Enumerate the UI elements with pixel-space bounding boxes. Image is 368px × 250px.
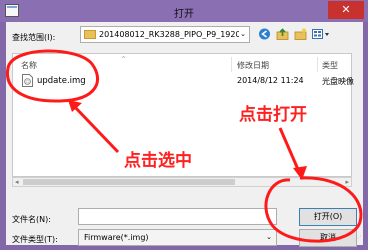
filename-input[interactable] <box>78 208 277 225</box>
column-divider[interactable] <box>317 57 318 72</box>
scroll-left-icon[interactable]: ◂ <box>15 178 19 187</box>
filetype-label: 文件类型(T): <box>12 235 58 244</box>
new-folder-icon[interactable] <box>294 28 307 40</box>
file-name: update.img <box>37 76 86 86</box>
up-folder-icon[interactable] <box>276 28 289 40</box>
open-button[interactable]: 打开(O) <box>299 208 357 226</box>
resize-grip-icon[interactable]: ⋰ <box>355 235 361 242</box>
view-menu-icon[interactable] <box>312 28 330 40</box>
cancel-button[interactable]: 取消 <box>299 229 357 247</box>
scrollbar-thumb[interactable] <box>23 179 235 185</box>
horizontal-scrollbar[interactable]: ◂ ▸ <box>12 177 352 187</box>
chevron-down-icon: ⌄ <box>266 233 272 241</box>
lookin-value: 201408012_RK3288_PIPO_P9_1920 <box>99 30 239 39</box>
file-type: 光盘映像 <box>322 77 354 86</box>
disc-image-icon <box>22 74 33 87</box>
column-divider[interactable] <box>231 57 232 72</box>
lookin-combo[interactable]: 201408012_RK3288_PIPO_P9_1920 ⌄ <box>80 26 250 43</box>
title-bar[interactable]: 打开 ✕ <box>0 0 368 22</box>
back-icon[interactable] <box>258 28 271 40</box>
annotation-open-text: 点击打开 <box>239 105 307 125</box>
annotation-select-text: 点击选中 <box>124 151 192 171</box>
column-header-date[interactable]: 修改日期 <box>237 60 269 71</box>
scroll-right-icon[interactable]: ▸ <box>345 178 349 187</box>
column-header-type[interactable]: 类型 <box>322 60 338 71</box>
open-file-dialog: 打开 ✕ 查找范围(I): 201408012_RK3288_PIPO_P9_1… <box>0 0 368 250</box>
close-button[interactable]: ✕ <box>328 1 364 19</box>
file-modified: 2014/8/12 11:24 <box>237 76 304 85</box>
chevron-down-icon: ⌄ <box>240 30 246 38</box>
window-title: 打开 <box>174 9 194 20</box>
folder-icon <box>84 30 96 39</box>
filetype-value: Firmware(*.img) <box>84 233 149 242</box>
lookin-label: 查找范围(I): <box>12 33 56 42</box>
dialog-body: 查找范围(I): 201408012_RK3288_PIPO_P9_1920 ⌄ <box>6 22 363 247</box>
sort-arrow-icon: ^ <box>121 56 127 63</box>
column-header-name[interactable]: 名称 <box>21 60 37 71</box>
filetype-select[interactable]: Firmware(*.img) ⌄ <box>78 229 277 246</box>
filename-label: 文件名(N): <box>12 215 51 224</box>
